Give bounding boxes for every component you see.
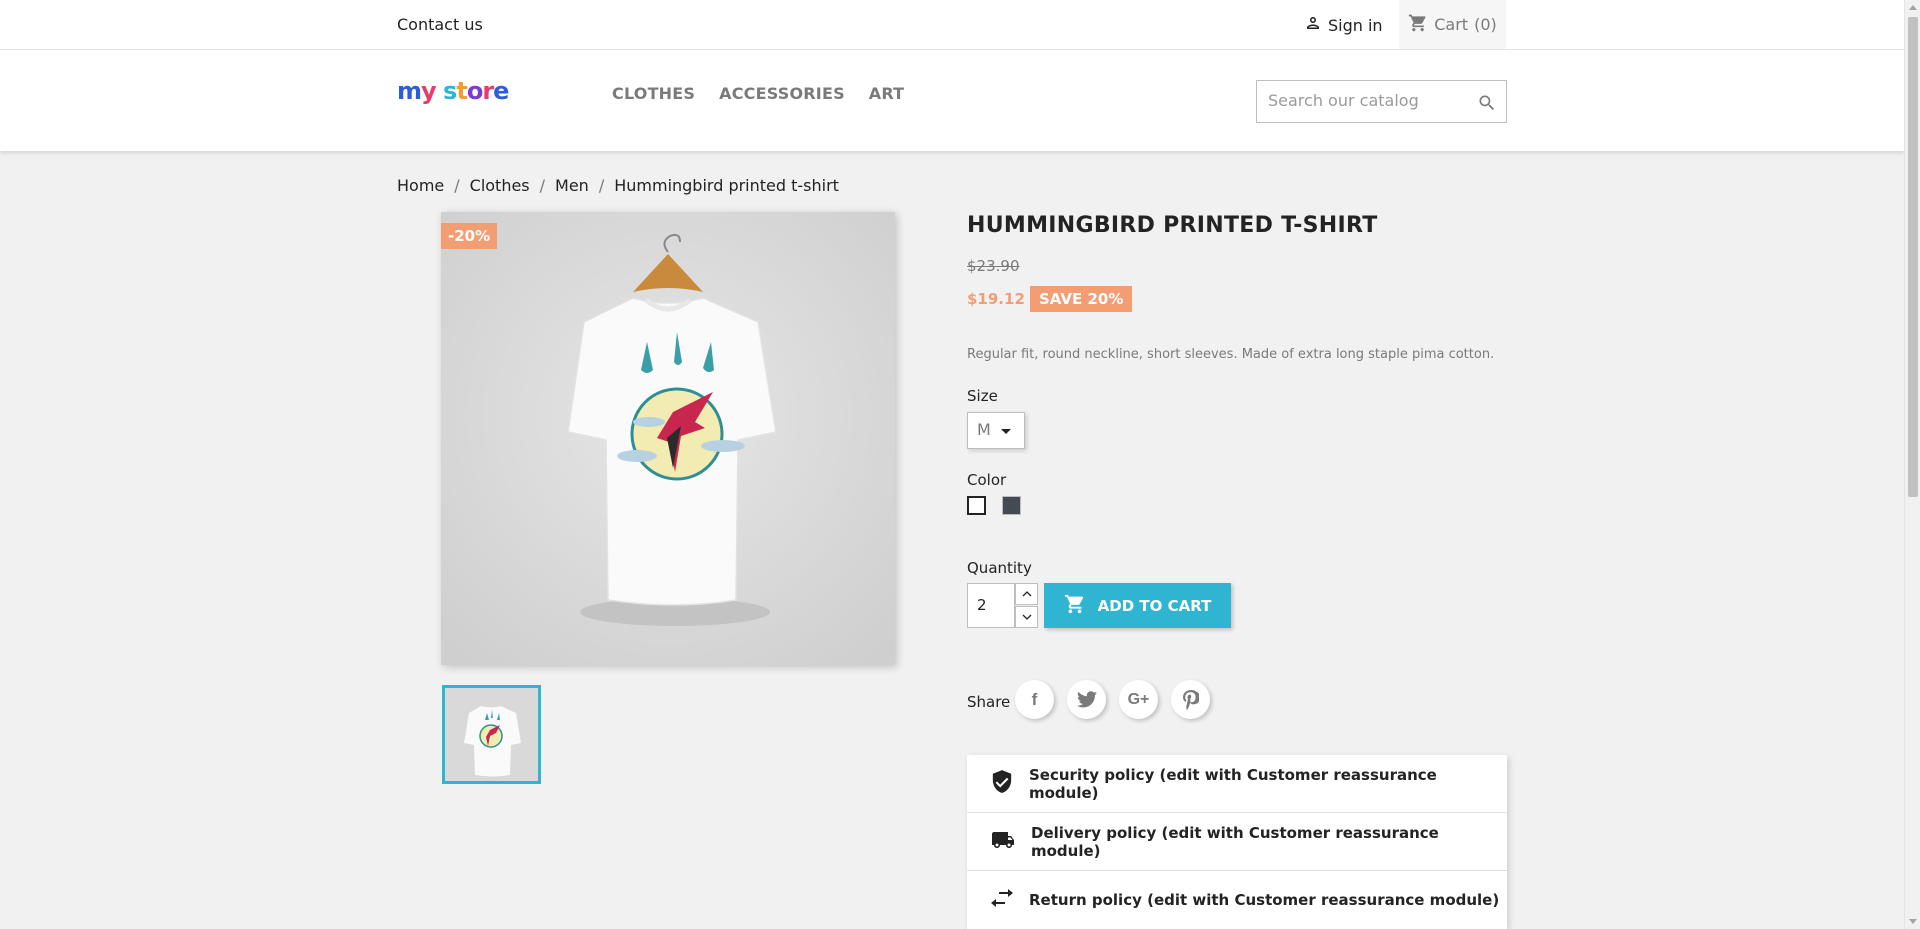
- reassurance-return-label: Return policy (edit with Customer reassu…: [1029, 891, 1500, 909]
- shield-check-icon: [991, 769, 1013, 798]
- breadcrumb-home[interactable]: Home: [397, 176, 444, 195]
- search-box: [1256, 80, 1507, 123]
- product-description: Regular fit, round neckline, short sleev…: [967, 347, 1495, 362]
- quantity-input[interactable]: 2: [967, 583, 1015, 628]
- sign-in-label: Sign in: [1328, 15, 1383, 35]
- quantity-increase-button[interactable]: [1015, 583, 1038, 605]
- discount-flag: -20%: [441, 223, 498, 249]
- nav-art[interactable]: ART: [869, 84, 905, 103]
- nav-accessories[interactable]: ACCESSORIES: [719, 84, 845, 103]
- chevron-up-icon: [1022, 591, 1031, 597]
- color-swatch-black[interactable]: [1002, 496, 1021, 515]
- cart-label: Cart: [1434, 15, 1469, 34]
- scrollbar-thumb[interactable]: [1908, 17, 1918, 497]
- main-nav: CLOTHES ACCESSORIES ART: [612, 84, 904, 103]
- chevron-down-icon: [1022, 614, 1031, 620]
- pinterest-icon[interactable]: [1171, 680, 1210, 719]
- sign-in-link[interactable]: Sign in: [1304, 14, 1383, 36]
- breadcrumb-men[interactable]: Men: [555, 176, 589, 195]
- scroll-up-icon[interactable]: [1909, 5, 1917, 10]
- search-input[interactable]: [1268, 91, 1468, 110]
- reassurance-delivery: Delivery policy (edit with Customer reas…: [967, 813, 1507, 871]
- breadcrumb: Home / Clothes / Men / Hummingbird print…: [397, 176, 839, 195]
- share-label: Share: [967, 693, 1011, 711]
- nav-clothes[interactable]: CLOTHES: [612, 84, 695, 103]
- quantity-decrease-button[interactable]: [1015, 606, 1038, 628]
- cart-icon: [1408, 13, 1428, 37]
- scroll-down-icon[interactable]: [1909, 919, 1917, 924]
- top-bar: Contact us Sign in Cart (0): [0, 0, 1904, 50]
- color-swatch-white[interactable]: [967, 496, 986, 515]
- caret-down-icon: [1001, 429, 1011, 434]
- product-title: HUMMINGBIRD PRINTED T-SHIRT: [967, 213, 1378, 238]
- reassurance-delivery-label: Delivery policy (edit with Customer reas…: [1031, 823, 1439, 860]
- reassurance-security: Security policy (edit with Customer reas…: [967, 755, 1507, 813]
- googleplus-icon[interactable]: G+: [1119, 680, 1158, 719]
- product-thumbnail[interactable]: [442, 685, 541, 784]
- facebook-icon[interactable]: f: [1015, 680, 1054, 719]
- cart-icon: [1064, 593, 1086, 619]
- reassurance-return: Return policy (edit with Customer reassu…: [967, 871, 1507, 929]
- reassurance-panel: Security policy (edit with Customer reas…: [967, 755, 1507, 929]
- save-badge: SAVE 20%: [1030, 286, 1133, 312]
- color-label: Color: [967, 471, 1007, 489]
- regular-price: $23.90: [967, 257, 1020, 275]
- breadcrumb-separator: /: [539, 176, 546, 195]
- breadcrumb-clothes[interactable]: Clothes: [470, 176, 530, 195]
- page-scrollbar[interactable]: [1904, 0, 1920, 929]
- size-select[interactable]: M: [967, 412, 1025, 449]
- add-to-cart-label: ADD TO CART: [1097, 596, 1212, 615]
- truck-icon: [991, 830, 1015, 854]
- size-value: M: [977, 420, 991, 439]
- swap-arrows-icon: [991, 889, 1013, 911]
- quantity-label: Quantity: [967, 559, 1032, 577]
- size-label: Size: [967, 387, 998, 405]
- breadcrumb-separator: /: [454, 176, 460, 195]
- user-icon: [1304, 14, 1322, 36]
- add-to-cart-button[interactable]: ADD TO CART: [1044, 583, 1231, 628]
- reassurance-security-label: Security policy (edit with Customer reas…: [1029, 765, 1437, 802]
- breadcrumb-current: Hummingbird printed t-shirt: [614, 176, 839, 195]
- product-main-image[interactable]: [441, 212, 895, 665]
- contact-us-link[interactable]: Contact us: [397, 15, 483, 34]
- twitter-icon[interactable]: [1067, 680, 1106, 719]
- cart-button[interactable]: Cart (0): [1399, 0, 1506, 49]
- site-header: my store CLOTHES ACCESSORIES ART: [0, 50, 1904, 151]
- breadcrumb-separator: /: [598, 176, 605, 195]
- current-price: $19.12: [967, 290, 1025, 308]
- search-icon[interactable]: [1477, 93, 1497, 117]
- store-logo[interactable]: my store: [397, 77, 509, 105]
- cart-count: (0): [1474, 15, 1497, 34]
